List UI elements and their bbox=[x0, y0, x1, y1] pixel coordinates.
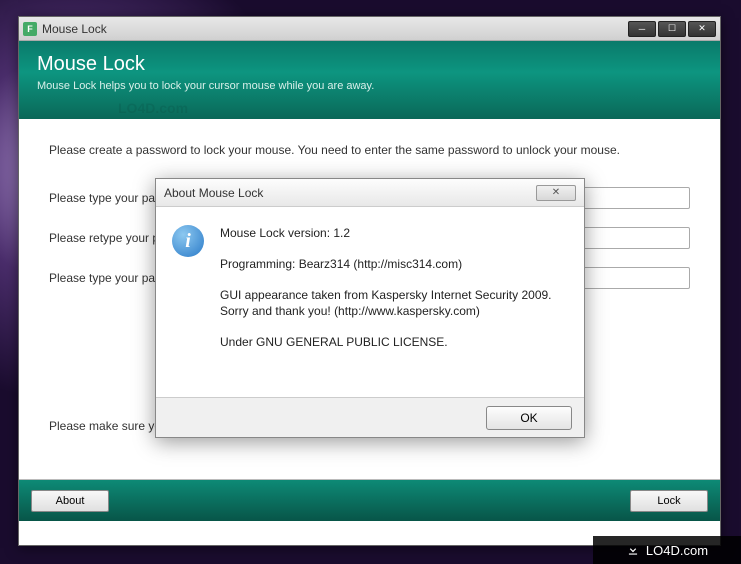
dialog-titlebar: About Mouse Lock ✕ bbox=[156, 179, 584, 207]
info-icon: i bbox=[172, 225, 204, 257]
app-header: Mouse Lock Mouse Lock helps you to lock … bbox=[19, 41, 720, 119]
dialog-footer: OK bbox=[156, 397, 584, 437]
window-controls: ─ ☐ ✕ bbox=[628, 21, 716, 37]
gui-line-1: GUI appearance taken from Kaspersky Inte… bbox=[220, 288, 552, 302]
ok-button[interactable]: OK bbox=[486, 406, 572, 430]
close-button[interactable]: ✕ bbox=[688, 21, 716, 37]
lo4d-badge: LO4D.com bbox=[593, 536, 741, 564]
maximize-button[interactable]: ☐ bbox=[658, 21, 686, 37]
header-subtitle: Mouse Lock helps you to lock your cursor… bbox=[37, 80, 702, 92]
dialog-title: About Mouse Lock bbox=[164, 186, 536, 200]
instruction-text: Please create a password to lock your mo… bbox=[49, 143, 690, 157]
dialog-text: Mouse Lock version: 1.2 Programming: Bea… bbox=[220, 225, 552, 387]
dialog-close-button[interactable]: ✕ bbox=[536, 185, 576, 201]
header-title: Mouse Lock bbox=[37, 53, 702, 76]
license-line: Under GNU GENERAL PUBLIC LICENSE. bbox=[220, 334, 552, 351]
footer-bar: About Lock bbox=[19, 479, 720, 521]
app-icon: F bbox=[23, 22, 37, 36]
download-icon bbox=[626, 543, 640, 557]
about-button[interactable]: About bbox=[31, 490, 109, 512]
lo4d-badge-text: LO4D.com bbox=[646, 543, 708, 558]
gui-line-2: Sorry and thank you! (http://www.kaspers… bbox=[220, 304, 480, 318]
version-line: Mouse Lock version: 1.2 bbox=[220, 225, 552, 242]
gui-line: GUI appearance taken from Kaspersky Inte… bbox=[220, 287, 552, 321]
lock-button[interactable]: Lock bbox=[630, 490, 708, 512]
about-dialog: About Mouse Lock ✕ i Mouse Lock version:… bbox=[155, 178, 585, 438]
titlebar: F Mouse Lock ─ ☐ ✕ bbox=[19, 17, 720, 41]
minimize-button[interactable]: ─ bbox=[628, 21, 656, 37]
window-title: Mouse Lock bbox=[42, 22, 628, 36]
dialog-body: i Mouse Lock version: 1.2 Programming: B… bbox=[156, 207, 584, 397]
programming-line: Programming: Bearz314 (http://misc314.co… bbox=[220, 256, 552, 273]
